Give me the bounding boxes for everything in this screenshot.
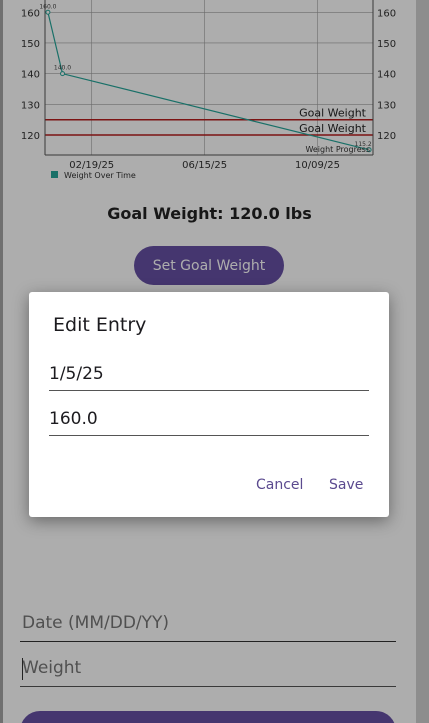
- dialog-date-input[interactable]: 1/5/25: [49, 355, 369, 391]
- cancel-button[interactable]: Cancel: [256, 477, 303, 493]
- left-edge-shadow: [0, 0, 3, 723]
- edit-entry-dialog: Edit Entry 1/5/25 160.0 Cancel Save: [29, 292, 389, 517]
- right-edge-shadow: [416, 0, 429, 723]
- dialog-weight-input[interactable]: 160.0: [49, 400, 369, 436]
- save-button[interactable]: Save: [329, 477, 363, 493]
- dialog-title: Edit Entry: [53, 314, 147, 336]
